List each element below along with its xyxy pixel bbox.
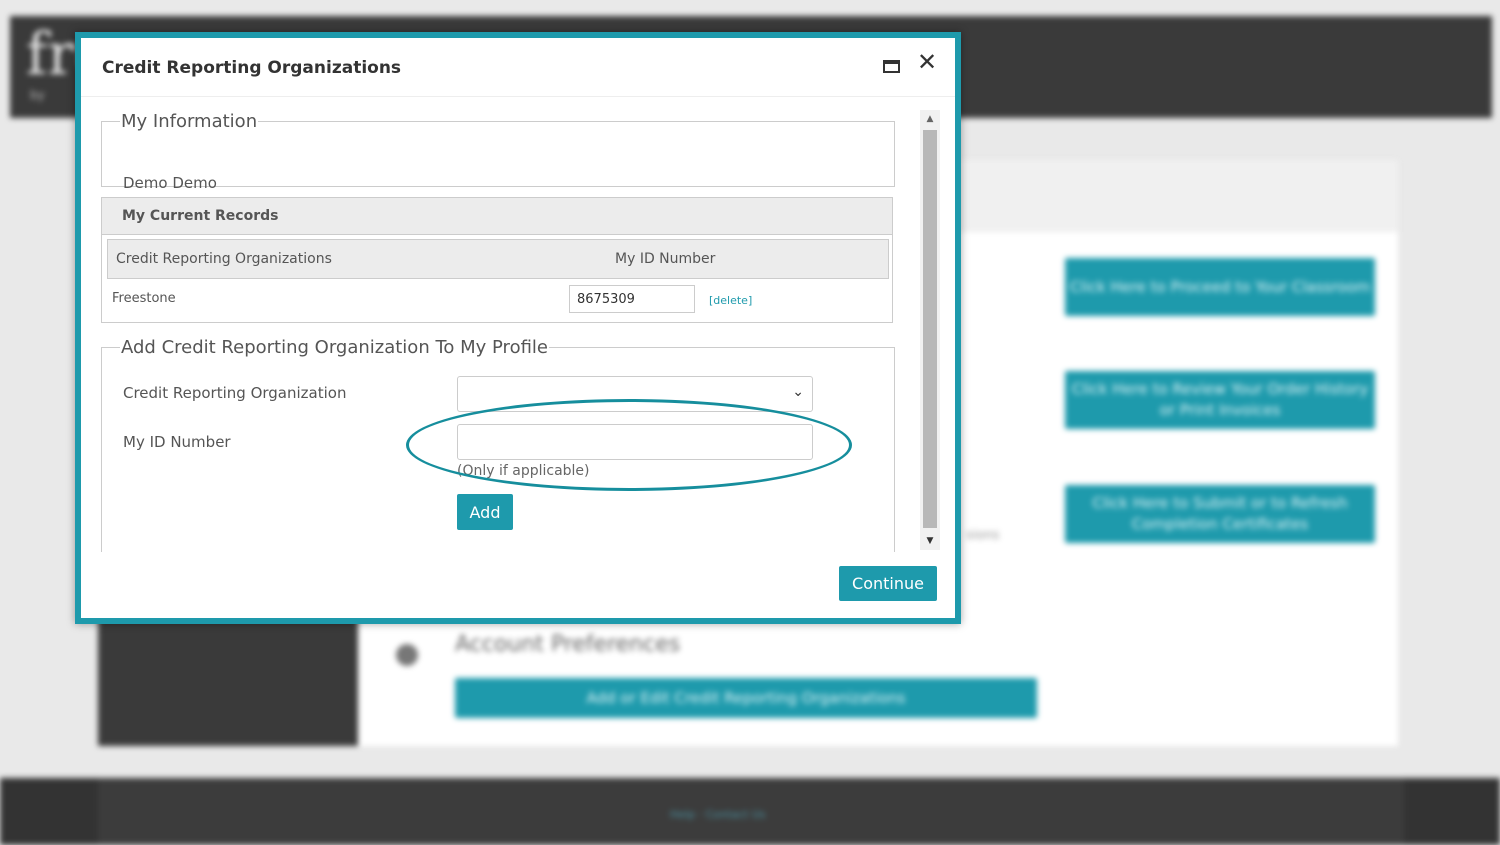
records-heading-text: My Current Records [122, 208, 279, 224]
gear-icon [396, 644, 418, 666]
id-number-input[interactable] [457, 424, 813, 460]
delete-record-link[interactable]: [delete] [709, 294, 752, 307]
scroll-up-icon[interactable]: ▲ [920, 110, 940, 128]
bg-order-history-button: Click Here to Review Your Order History … [1065, 371, 1375, 429]
modal-scrollbar[interactable]: ▲ ▼ [920, 110, 940, 550]
bg-classroom-button: Click Here to Proceed to Your Classroom [1065, 258, 1375, 316]
bg-section-title: Account Preferences [455, 632, 681, 657]
close-icon[interactable]: ✕ [917, 50, 937, 74]
maximize-icon[interactable] [883, 60, 900, 73]
column-id-number: My ID Number [615, 251, 716, 267]
records-heading: My Current Records [102, 198, 892, 235]
bg-footer-link: Help · Contact Us [670, 808, 766, 821]
modal-header: Credit Reporting Organizations ✕ [81, 38, 955, 97]
my-information-fieldset: My Information Demo Demo [101, 111, 895, 192]
modal-body: My Information Demo Demo My Current Reco… [81, 97, 955, 552]
user-name: Demo Demo [123, 174, 217, 192]
id-number-label: My ID Number [123, 433, 231, 451]
add-organization-legend: Add Credit Reporting Organization To My … [121, 337, 548, 358]
current-records-table: My Current Records Credit Reporting Orga… [101, 197, 893, 323]
records-column-header: Credit Reporting Organizations My ID Num… [107, 239, 889, 279]
credit-reporting-modal: Credit Reporting Organizations ✕ My Info… [75, 32, 961, 624]
bg-edit-cro-button: Add or Edit Credit Reporting Organizatio… [455, 678, 1037, 718]
continue-button[interactable]: Continue [839, 566, 937, 601]
bg-small-text: sions [966, 528, 1000, 543]
add-button[interactable]: Add [457, 494, 513, 530]
organization-label: Credit Reporting Organization [123, 384, 347, 402]
bg-certificates-button: Click Here to Submit or to Refresh Compl… [1065, 485, 1375, 543]
column-organizations: Credit Reporting Organizations [116, 251, 332, 267]
bg-logo-sub: by [30, 88, 45, 102]
record-organization: Freestone [112, 291, 176, 306]
record-id-input[interactable] [569, 285, 695, 313]
id-number-hint: (Only if applicable) [457, 463, 590, 479]
scroll-thumb[interactable] [923, 130, 937, 528]
modal-title: Credit Reporting Organizations [102, 58, 402, 78]
organization-select[interactable]: ⌄ [457, 376, 813, 412]
scroll-down-icon[interactable]: ▼ [920, 532, 940, 550]
my-information-legend: My Information [121, 111, 258, 132]
chevron-down-icon: ⌄ [792, 384, 804, 400]
